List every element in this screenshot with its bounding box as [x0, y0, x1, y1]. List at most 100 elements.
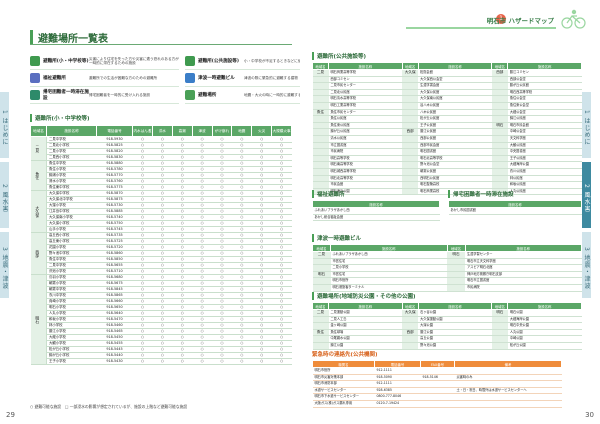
facility-name: 錦が丘公民館: [328, 128, 403, 136]
area-cell: [312, 82, 329, 90]
legend-name: 避難場所: [198, 93, 217, 98]
area-cell: [312, 277, 331, 285]
facility-name: 市民会館: [328, 181, 403, 189]
contacts-block: 緊急時の連絡先(公共機関) 機関名 電話番号 FAX番号 備考 明石市役所 912-11…: [312, 350, 562, 408]
area-cell: 二見: [30, 136, 47, 161]
facility-name: 大窪公園: [418, 322, 492, 330]
area-cell: [312, 89, 329, 97]
table-row: 明石城西高等学校 朝霧公民館 衣川公民館: [312, 168, 582, 176]
side-tab-earthquake[interactable]: 3 地震・津波: [0, 232, 9, 298]
col-header: 内水はん濫: [132, 125, 153, 137]
facility-name: 魚住公会堂: [507, 95, 582, 103]
facility-name: 林公民館: [507, 175, 582, 183]
table-row: 二見 二見運動公園 大久保 石ヶ谷公園 明石 明石公園: [312, 309, 582, 317]
legend-item: 避難所(小・中学校等) 災害により住宅を失った方や災害に遭う恐れのある方が一時的に…: [30, 53, 179, 70]
col-header: 地域名: [401, 302, 419, 310]
area-cell: [491, 316, 508, 324]
facility-name: [420, 367, 455, 375]
facility-name: 市民病院: [328, 148, 403, 156]
col-header: 地域名: [312, 302, 329, 310]
side-tab-earthquake-r[interactable]: 3 地震・津波: [582, 232, 591, 298]
area-cell: [312, 335, 329, 343]
table-row: 明石市消防本部 912-1111: [312, 380, 562, 388]
facility-name: 神戸地方検察庁明石支部: [465, 271, 582, 279]
area-cell: [447, 284, 465, 292]
table-row: 明石市下水道サービスセンター 0800-777-8046: [312, 393, 562, 401]
table-row: 中尾親水公園 高丘公園 中崎公園: [312, 335, 582, 343]
area-cell: [312, 168, 329, 176]
area-cell: [491, 128, 508, 136]
facility-name: 明石北高等学校: [328, 175, 403, 183]
facility-name: 明石北高等学校: [418, 155, 492, 163]
area-cell: [402, 135, 419, 143]
table-row: 二見人工島 大久保運動公園 大蔵海岸公園: [312, 316, 582, 324]
facility-name: 西部公会堂: [507, 76, 582, 84]
table-row: 市民病院 明石図書館 中央図書館: [312, 148, 582, 156]
side-tab-flood[interactable]: 2 風水害: [0, 162, 9, 228]
table-row: 明石市災害対策本部 918-5090 918-5146 災害時のみ: [312, 374, 562, 382]
right-side-tabs: 1 はじめに 2 風水害 3 地震・津波: [582, 92, 600, 302]
wide-area-table: 地域名 施設名称 地域名 施設名称 地域名 施設名称 二見 二見運動公園 大久保 石ヶ谷公園 明石…: [312, 302, 582, 350]
legend-note: ○ 避難可能な施設 □ 一部浸水の影響が想定されているが、施設の上階など避難可能…: [30, 404, 188, 409]
facility-name: 衣川公民館: [507, 168, 582, 176]
table-row: 明石市役所 明石市立図書館: [312, 277, 582, 285]
facility-name: 二見運動公園: [328, 309, 403, 317]
area-cell: [447, 277, 465, 285]
area-cell: [312, 115, 329, 123]
area-cell: [447, 258, 465, 266]
side-tab-intro-r[interactable]: 1 はじめに: [582, 92, 591, 158]
area-cell: [402, 95, 419, 103]
facility-name: 明石市民会館: [507, 122, 582, 130]
facility-name: 明石聖陵高校: [418, 181, 492, 189]
area-cell: [402, 342, 419, 350]
area-cell: [402, 109, 419, 117]
area-cell: 大久保: [402, 309, 419, 317]
legend-item: 福祉避難所 避難所での生活が困難な方のための避難所: [30, 70, 179, 87]
area-cell: [312, 95, 329, 103]
temp-stay-block: 帰宅困難者一時滞在施設 施設名称 あかし市民図書館: [448, 190, 582, 215]
facility-name: 明石市役所: [330, 277, 447, 285]
area-cell: [402, 82, 419, 90]
tsunami-bldg-icon: [185, 73, 195, 83]
facility-name: 金ヶ崎公園: [328, 322, 403, 330]
facility-name: 朝霧公民館: [418, 168, 492, 176]
area-cell: [312, 284, 331, 292]
table-row: 二見小学校 アスピア明石北館: [312, 264, 582, 272]
col-header: 地域名: [312, 62, 329, 70]
facility-name: 生涯学習センター: [465, 251, 582, 259]
page-number-left: 29: [6, 411, 15, 419]
col-header: 地域名: [312, 244, 331, 252]
area-cell: 魚住: [30, 160, 47, 191]
area-cell: [312, 155, 329, 163]
table-row: あかし総合福祉会館: [312, 214, 440, 222]
facility-name: 水道サービスセンター: [312, 387, 375, 395]
header-rule: [406, 27, 556, 29]
col-header: 地域名: [30, 125, 47, 137]
section-title-stay: 帰宅困難者一時滞在施設: [448, 190, 582, 198]
area-cell: 明石: [491, 309, 508, 317]
table-row: 市立図書館 西部市民会館 大観公民館: [312, 142, 582, 150]
col-header: 地域名: [401, 62, 419, 70]
area-cell: [491, 109, 508, 117]
table-row: 水道サービスセンター 928-6385 土・日・祝日、時間外は水道サービスセンターへ: [312, 387, 562, 395]
facility-name: 二見市民センター: [328, 82, 403, 90]
table-row: 市民会館 明石聖陵高校 和坂公民館: [312, 181, 582, 189]
table-row: 錦江公園 野々池公園 松が丘公園: [312, 342, 582, 350]
facility-name: 明石清水高等学校: [328, 95, 403, 103]
facility-name: 明石中央公園: [507, 322, 582, 330]
facility-name: 土・日・祝日、時間外は水道サービスセンターへ: [454, 387, 562, 395]
side-tab-flood-r[interactable]: 2 風水害: [582, 162, 591, 228]
facility-name: 0120-7-19424: [374, 400, 421, 408]
section-title-contacts: 緊急時の連絡先(公共機関): [312, 352, 378, 358]
table-row: 明石北高等学校 西明石公民館 林公民館: [312, 175, 582, 183]
availability-mark: ○: [231, 358, 252, 365]
right-page: 1 明石市 ハザードマップ 1 はじめに 2 風水害 3 地震・津波 避難所(公…: [300, 0, 600, 424]
side-tab-intro[interactable]: 1 はじめに: [0, 92, 9, 158]
area-cell: [491, 322, 508, 330]
col-header: 火災: [251, 125, 273, 137]
section-title-tsunami: 津波一時避難ビル: [312, 234, 582, 242]
facility-name: アスピア明石北館: [465, 264, 582, 272]
area-cell: [491, 76, 508, 84]
area-cell: [312, 175, 329, 183]
area-cell: 明石: [312, 271, 331, 279]
